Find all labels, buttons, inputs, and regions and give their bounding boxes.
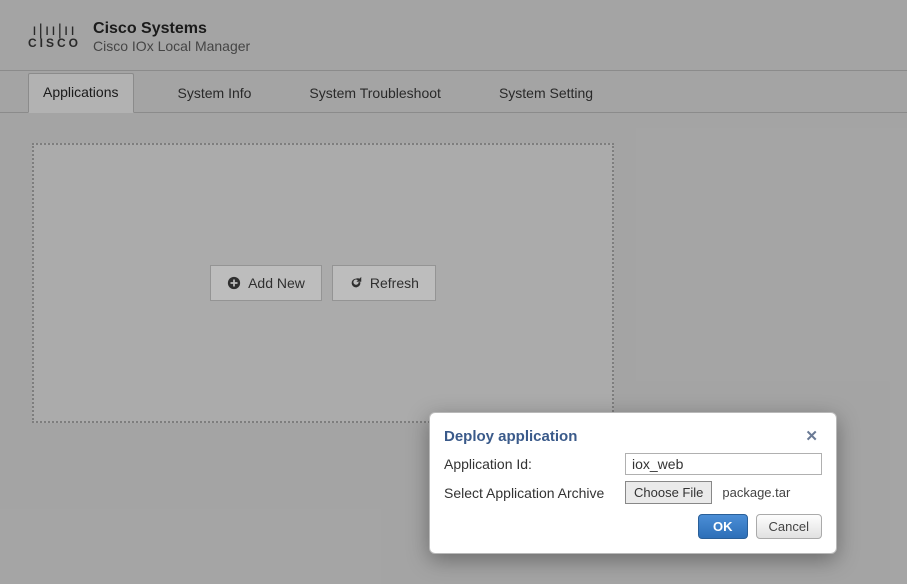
cancel-button[interactable]: Cancel (756, 514, 822, 539)
company-name: Cisco Systems (93, 20, 250, 38)
refresh-button[interactable]: Refresh (332, 265, 436, 301)
application-id-label: Application Id: (444, 456, 619, 472)
tab-applications[interactable]: Applications (28, 73, 134, 113)
selected-file-name: package.tar (722, 485, 790, 500)
app-header: ı|ıı|ıı CISCO Cisco Systems Cisco IOx Lo… (0, 0, 907, 71)
refresh-label: Refresh (370, 275, 419, 291)
tab-system-troubleshoot[interactable]: System Troubleshoot (295, 75, 455, 113)
application-dropzone: Add New Refresh (32, 143, 614, 423)
plus-circle-icon (227, 276, 241, 290)
deploy-application-dialog: Deploy application ✕ Application Id: Sel… (429, 412, 837, 554)
close-icon[interactable]: ✕ (801, 425, 822, 447)
add-new-label: Add New (248, 275, 305, 291)
choose-file-button[interactable]: Choose File (625, 481, 712, 504)
main-tabs: Applications System Info System Troubles… (0, 71, 907, 113)
tab-system-setting[interactable]: System Setting (485, 75, 607, 113)
archive-label: Select Application Archive (444, 485, 619, 501)
tab-system-info[interactable]: System Info (164, 75, 266, 113)
title-block: Cisco Systems Cisco IOx Local Manager (93, 20, 250, 54)
refresh-icon (349, 276, 363, 290)
cisco-logo-icon: ı|ıı|ıı CISCO (28, 25, 81, 48)
dialog-title: Deploy application (444, 428, 577, 445)
ok-button[interactable]: OK (698, 514, 748, 539)
application-id-input[interactable] (625, 453, 822, 475)
add-new-button[interactable]: Add New (210, 265, 322, 301)
product-name: Cisco IOx Local Manager (93, 38, 250, 54)
applications-panel: Add New Refresh (0, 113, 907, 453)
